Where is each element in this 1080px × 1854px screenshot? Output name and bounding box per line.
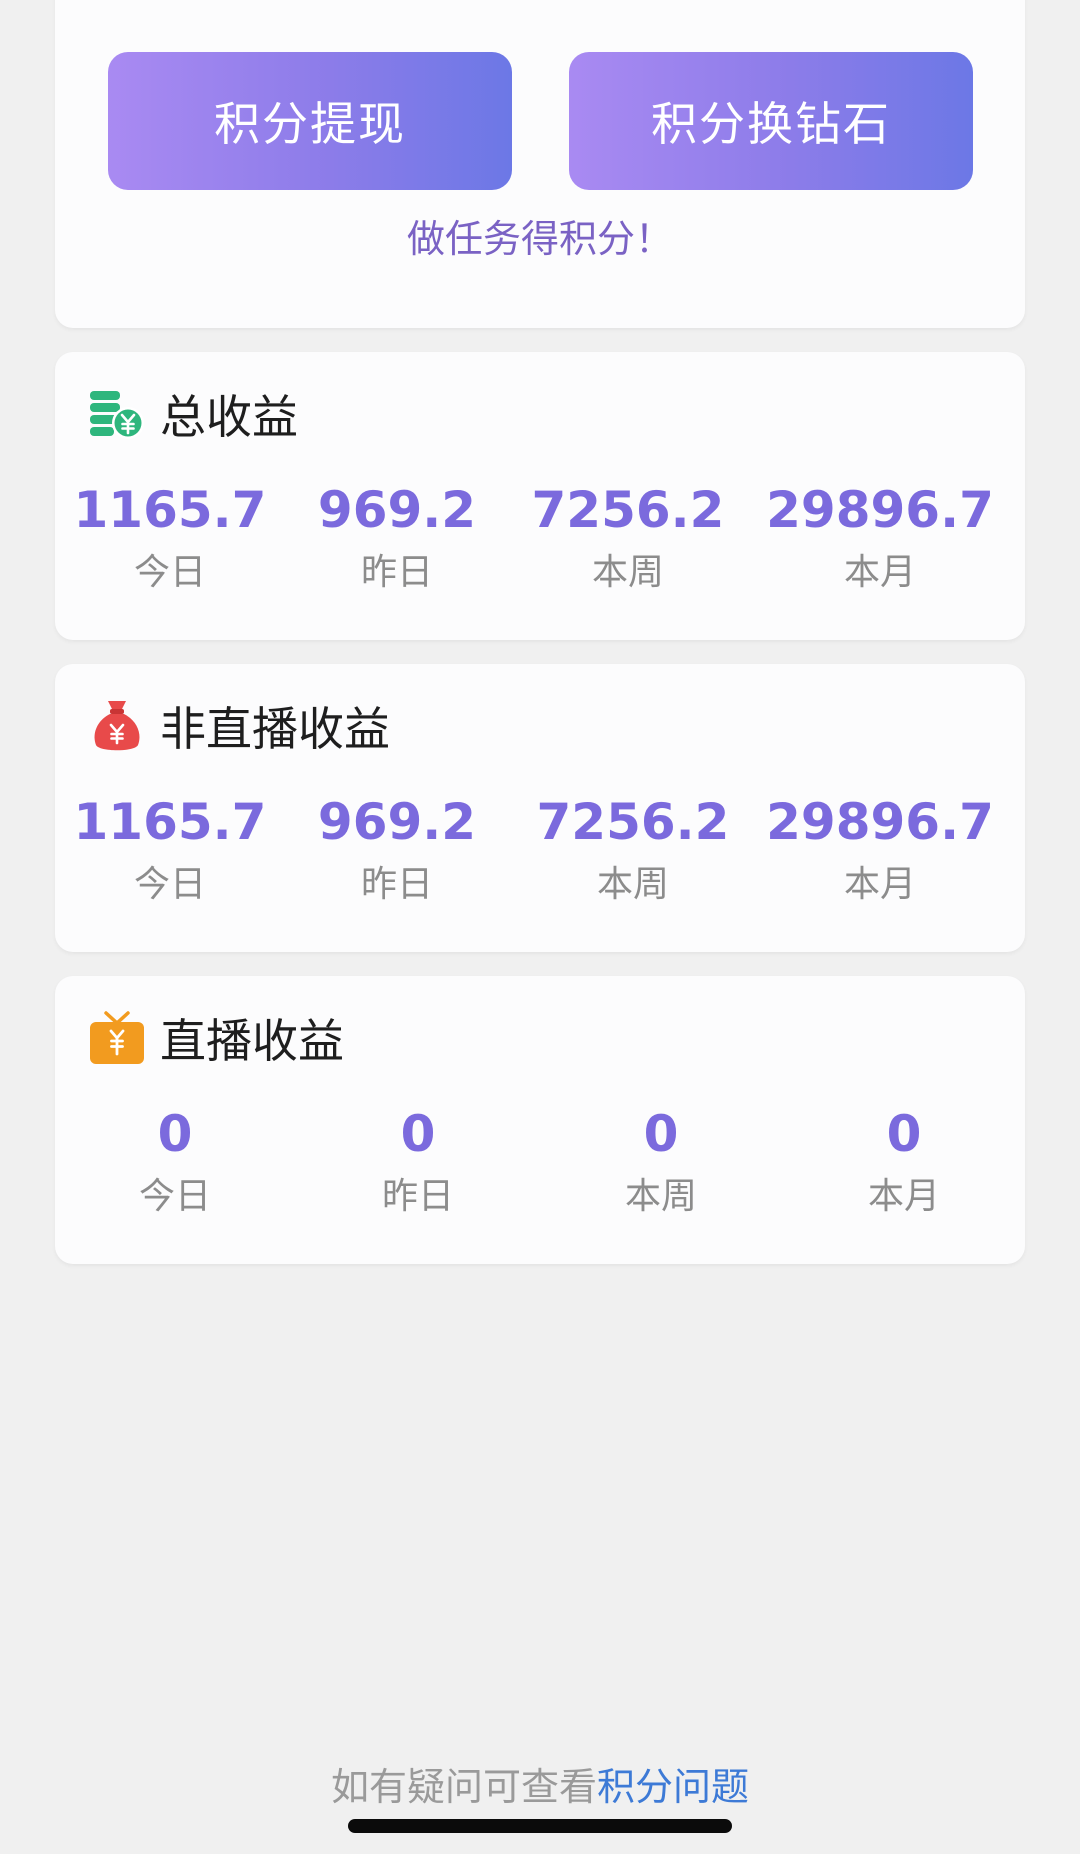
stat-label: 今日 [133,864,206,905]
stat-label: 本周 [596,864,669,905]
stat-value: 7256.2 [531,481,725,539]
stat-label: 本周 [624,1176,697,1217]
stat-value: 969.2 [317,481,477,539]
points-actions-card: 积分提现 积分换钻石 做任务得积分！ [55,0,1025,328]
stat-value: 1165.7 [73,793,267,851]
exchange-diamonds-button[interactable]: 积分换钻石 [569,52,973,190]
section-title: 直播收益 [160,1014,344,1068]
total-earnings-card: 总收益 1165.7 今日 969.2 昨日 7256.2 本周 29896.7… [55,352,1025,640]
stat-value: 1165.7 [73,481,267,539]
stat-month: 0 本月 [784,1104,1024,1222]
stat-label: 本月 [843,864,916,905]
stat-value: 969.2 [317,793,477,851]
stat-yesterday: 969.2 昨日 [277,480,517,598]
stat-value: 7256.2 [536,793,730,851]
stat-label: 今日 [138,1176,211,1217]
stat-label: 昨日 [360,552,433,593]
section-title: 非直播收益 [160,702,390,756]
live-earnings-card: 直播收益 0 今日 0 昨日 0 本周 0 本月 [55,976,1025,1264]
stat-yesterday: 969.2 昨日 [277,792,517,910]
earn-points-link[interactable]: 做任务得积分！ [55,208,1025,263]
section-header: 直播收益 [88,1006,344,1070]
withdraw-points-button[interactable]: 积分提现 [108,52,512,190]
section-header: 非直播收益 [88,694,390,758]
stat-today: 0 今日 [55,1104,295,1222]
help-footer: 如有疑问可查看积分问题 [0,1756,1080,1811]
stat-label: 本周 [591,552,664,593]
stat-week: 7256.2 本周 [508,480,748,598]
stat-label: 本月 [843,552,916,593]
stat-label: 本月 [867,1176,940,1217]
stat-label: 昨日 [360,864,433,905]
stat-value: 0 [400,1105,436,1163]
help-footer-text: 如有疑问可查看 [330,1765,597,1809]
money-bag-icon [94,701,140,751]
stat-label: 昨日 [381,1176,454,1217]
stat-month: 29896.7 本月 [760,792,1000,910]
stat-label: 今日 [133,552,206,593]
stat-value: 29896.7 [766,481,994,539]
stat-value: 0 [886,1105,922,1163]
stat-value: 0 [643,1105,679,1163]
stat-value: 0 [157,1105,193,1163]
section-header: 总收益 [88,382,298,446]
stat-value: 29896.7 [766,793,994,851]
section-title: 总收益 [160,390,298,444]
stat-month: 29896.7 本月 [760,480,1000,598]
stat-yesterday: 0 昨日 [298,1104,538,1222]
non-live-earnings-card: 非直播收益 1165.7 今日 969.2 昨日 7256.2 本周 29896… [55,664,1025,952]
home-indicator[interactable] [348,1819,732,1833]
points-faq-link[interactable]: 积分问题 [597,1765,749,1809]
stat-today: 1165.7 今日 [50,480,290,598]
stat-today: 1165.7 今日 [50,792,290,910]
stat-week: 7256.2 本周 [513,792,753,910]
coins-yuan-icon [90,391,144,439]
tv-yuan-icon [90,1011,144,1064]
stat-week: 0 本周 [541,1104,781,1222]
